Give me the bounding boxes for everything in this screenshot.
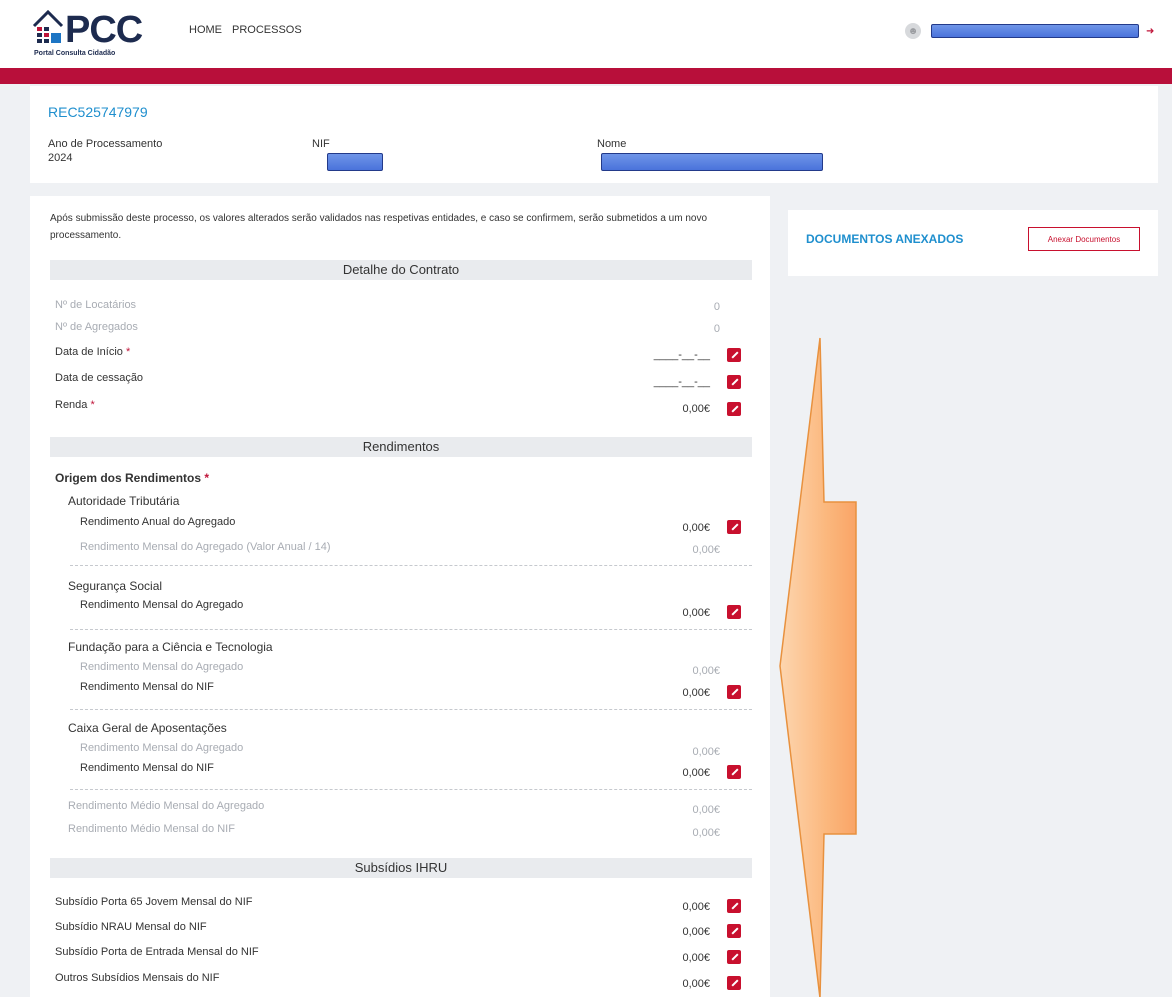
at-annual-value: 0,00€: [682, 522, 710, 534]
edit-subsidy-icon[interactable]: [727, 924, 741, 938]
nav-home[interactable]: HOME: [189, 24, 222, 36]
redacted-name-value: [601, 153, 823, 171]
user-menu[interactable]: ☻ ➜: [905, 23, 1154, 39]
name-label: Nome: [597, 138, 627, 150]
edit-subsidy-icon[interactable]: [727, 950, 741, 964]
edit-fct-nif-icon[interactable]: [727, 685, 741, 699]
house-logo-icon: [32, 9, 64, 43]
nif-label: NIF: [312, 138, 330, 150]
cessacao-value: ____-__-__: [653, 376, 710, 388]
top-header: PCC Portal Consulta Cidadão HOME PROCESS…: [0, 0, 1172, 68]
documents-title: DOCUMENTOS ANEXADOS: [806, 232, 964, 246]
avg-nif-value: 0,00€: [692, 827, 720, 839]
cga-agg-value: 0,00€: [692, 746, 720, 758]
edit-subsidy-icon[interactable]: [727, 976, 741, 990]
edit-at-annual-icon[interactable]: [727, 520, 741, 534]
agregados-label: Nº de Agregados: [55, 321, 138, 333]
edit-cessacao-icon[interactable]: [727, 375, 741, 389]
logo-subtitle: Portal Consulta Cidadão: [34, 50, 116, 57]
redacted-nif-value: [327, 153, 383, 171]
year-value: 2024: [48, 152, 73, 164]
locatarios-value: 0: [713, 301, 720, 313]
income-origin-title: Origem dos Rendimentos *: [55, 471, 210, 485]
user-icon[interactable]: ☻: [905, 23, 921, 39]
ss-monthly-value: 0,00€: [682, 607, 710, 619]
fct-nif-value: 0,00€: [682, 687, 710, 699]
process-detail-panel: Após submissão deste processo, os valore…: [30, 196, 770, 997]
pcc-logo[interactable]: PCC Portal Consulta Cidadão: [32, 8, 172, 60]
avg-agg-value: 0,00€: [692, 804, 720, 816]
sign-out-icon[interactable]: ➜: [1146, 26, 1154, 37]
at-monthly-label: Rendimento Mensal do Agregado (Valor Anu…: [80, 541, 331, 553]
subsidy-label: Subsídio Porta 65 Jovem Mensal do NIF: [55, 896, 253, 908]
ss-monthly-label: Rendimento Mensal do Agregado: [80, 599, 244, 611]
attach-documents-button[interactable]: Anexar Documentos: [1028, 227, 1140, 251]
subsidy-label: Subsídio Porta de Entrada Mensal do NIF: [55, 946, 259, 958]
fct-nif-label: Rendimento Mensal do NIF: [80, 681, 214, 693]
avg-nif-label: Rendimento Médio Mensal do NIF: [68, 823, 235, 835]
brand-bar: [0, 68, 1172, 84]
edit-ss-monthly-icon[interactable]: [727, 605, 741, 619]
divider: [70, 709, 752, 710]
subsidy-value: 0,00€: [682, 926, 710, 938]
process-id: REC525747979: [48, 104, 148, 120]
agregados-value: 0: [713, 323, 720, 335]
process-summary-card: REC525747979 Ano de Processamento 2024 N…: [30, 86, 1158, 183]
nav-processos[interactable]: PROCESSOS: [232, 24, 302, 36]
subsidy-label: Outros Subsídios Mensais do NIF: [55, 972, 220, 984]
inicio-label: Data de Início *: [55, 346, 131, 358]
main-nav: HOME PROCESSOS: [189, 24, 302, 36]
locatarios-label: Nº de Locatários: [55, 299, 137, 311]
section-subsidies-title: Subsídios IHRU: [50, 858, 752, 878]
cga-agg-label: Rendimento Mensal do Agregado: [80, 742, 244, 754]
fct-agg-value: 0,00€: [692, 665, 720, 677]
subsidy-value: 0,00€: [682, 901, 710, 913]
edit-cga-nif-icon[interactable]: [727, 765, 741, 779]
ss-title: Segurança Social: [68, 579, 163, 593]
fct-agg-label: Rendimento Mensal do Agregado: [80, 661, 244, 673]
fct-title: Fundação para a Ciência e Tecnologia: [68, 640, 273, 654]
redacted-user-name: [931, 24, 1139, 38]
subsidy-value: 0,00€: [682, 952, 710, 964]
renda-label: Renda *: [55, 399, 95, 411]
divider: [70, 789, 752, 790]
edit-renda-icon[interactable]: [727, 402, 741, 416]
inicio-value: ____-__-__: [653, 349, 710, 361]
subsidy-label: Subsídio NRAU Mensal do NIF: [55, 921, 207, 933]
edit-subsidy-icon[interactable]: [727, 899, 741, 913]
year-label: Ano de Processamento: [48, 138, 163, 150]
cga-nif-value: 0,00€: [682, 767, 710, 779]
cessacao-label: Data de cessação: [55, 372, 144, 384]
intro-text: Após submissão deste processo, os valore…: [50, 213, 708, 241]
logo-text: PCC: [65, 9, 143, 51]
edit-inicio-icon[interactable]: [727, 348, 741, 362]
at-annual-label: Rendimento Anual do Agregado: [80, 516, 236, 528]
avg-agg-label: Rendimento Médio Mensal do Agregado: [68, 800, 265, 812]
divider: [70, 565, 752, 566]
divider: [70, 629, 752, 630]
at-monthly-value: 0,00€: [692, 544, 720, 556]
cga-title: Caixa Geral de Aposentações: [68, 721, 227, 735]
subsidy-value: 0,00€: [682, 978, 710, 990]
cga-nif-label: Rendimento Mensal do NIF: [80, 762, 214, 774]
annotation-arrow-icon: [779, 337, 857, 997]
at-title: Autoridade Tributária: [68, 494, 180, 508]
section-income-title: Rendimentos: [50, 437, 752, 457]
documents-card: DOCUMENTOS ANEXADOS Anexar Documentos: [788, 210, 1158, 276]
section-contract-title: Detalhe do Contrato: [50, 260, 752, 280]
renda-value: 0,00€: [682, 403, 710, 415]
